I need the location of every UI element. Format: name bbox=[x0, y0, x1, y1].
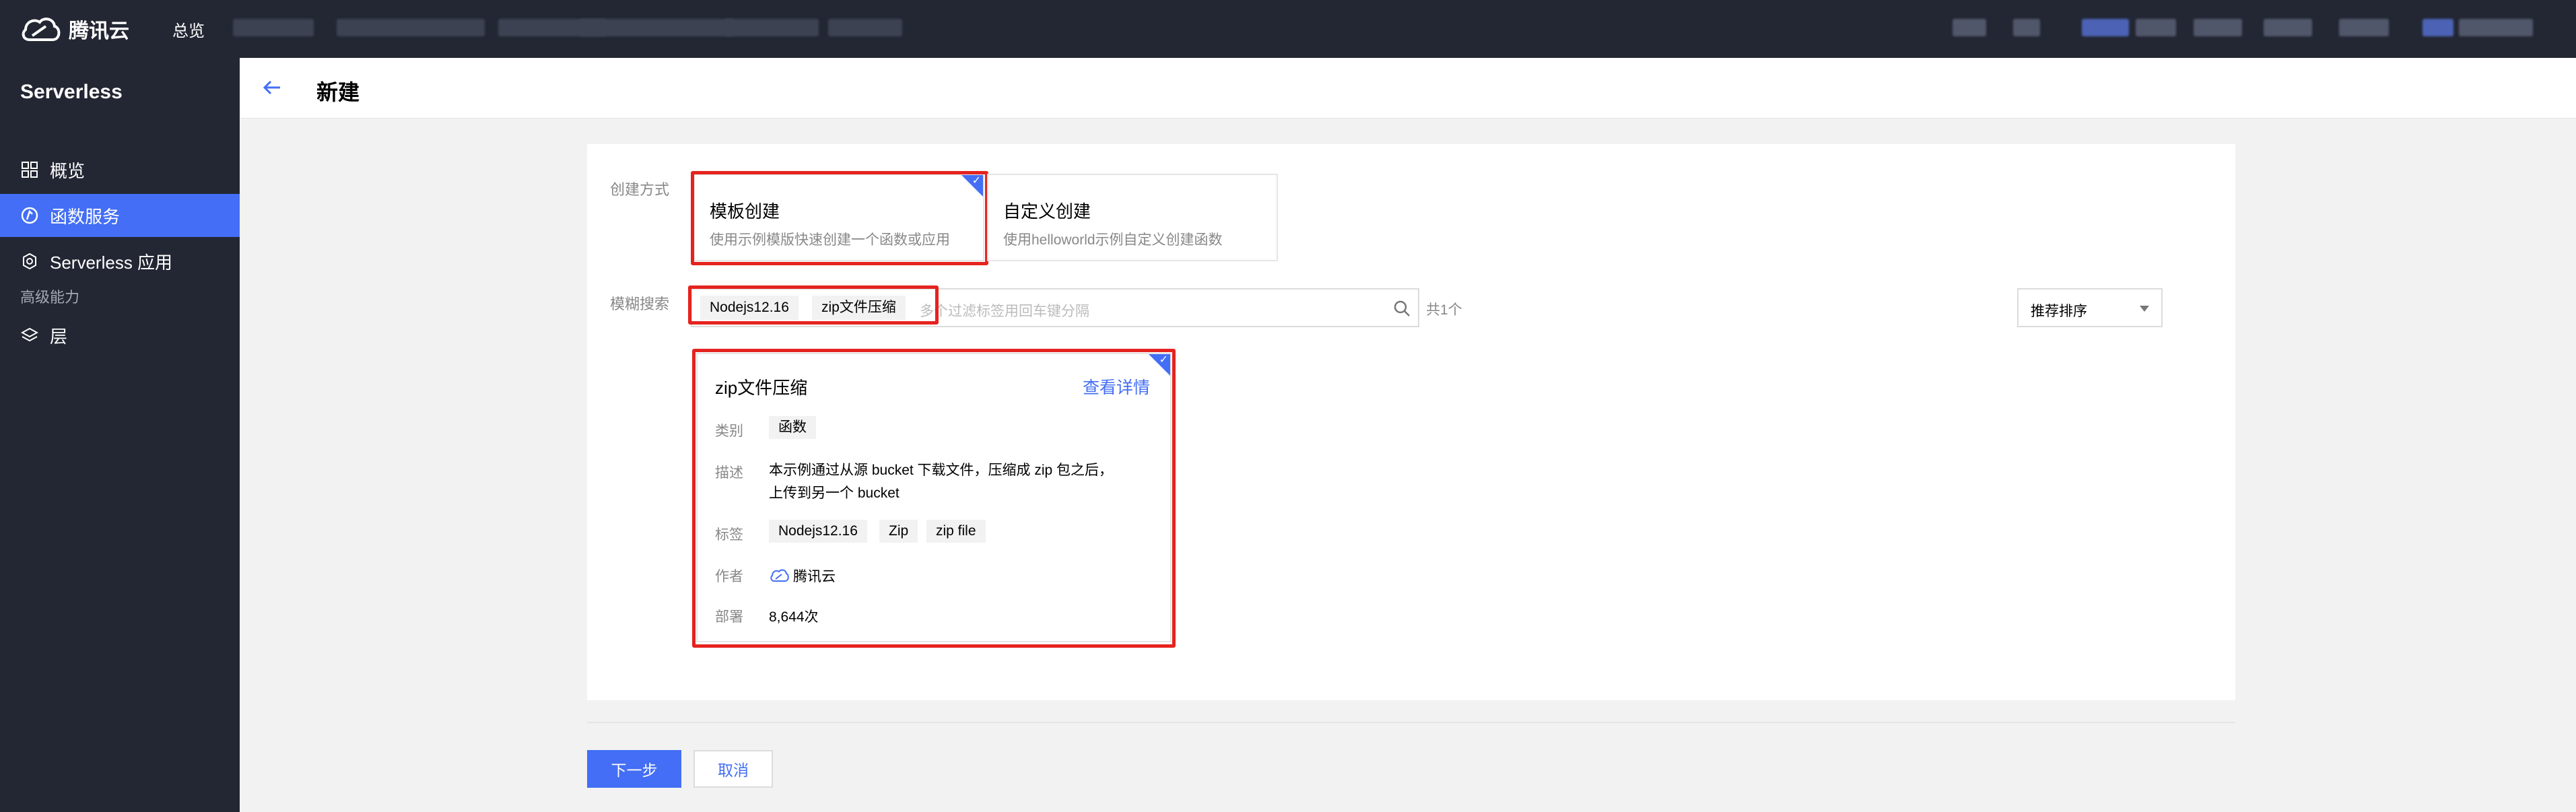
sidebar-item-serverless-app[interactable]: Serverless 应用 bbox=[0, 240, 240, 283]
sidebar-item-label: 概览 bbox=[50, 160, 86, 181]
blurred-toolbar-item[interactable] bbox=[2194, 19, 2242, 36]
function-icon bbox=[20, 206, 39, 225]
sort-select[interactable]: 推荐排序 bbox=[2017, 288, 2163, 327]
blurred-toolbar-item[interactable] bbox=[1953, 19, 1986, 36]
create-method-label: 创建方式 bbox=[610, 181, 670, 198]
search-placeholder: 多个过滤标签用回车键分隔 bbox=[920, 304, 1089, 319]
blurred-account-name[interactable] bbox=[2459, 19, 2533, 36]
blurred-toolbar-item[interactable] bbox=[2339, 19, 2389, 36]
blurred-avatar[interactable] bbox=[2422, 19, 2453, 36]
back-arrow-icon[interactable] bbox=[260, 75, 284, 100]
sort-value: 推荐排序 bbox=[2031, 304, 2087, 319]
sidebar-item-label: 层 bbox=[50, 326, 68, 347]
nav-overview-link[interactable]: 总览 bbox=[172, 18, 205, 41]
sidebar-item-label: 函数服务 bbox=[50, 206, 121, 227]
sidebar-item-function-service[interactable]: 函数服务 bbox=[0, 194, 240, 237]
custom-create-option[interactable]: 自定义创建 使用helloworld示例自定义创建函数 bbox=[987, 174, 1278, 261]
blurred-nav-item[interactable] bbox=[828, 19, 902, 36]
option-title: 自定义创建 bbox=[1003, 201, 1091, 222]
next-step-button[interactable]: 下一步 bbox=[587, 750, 681, 788]
page-header: 新建 bbox=[240, 58, 2576, 119]
sidebar-item-overview[interactable]: 概览 bbox=[0, 148, 240, 191]
grid-icon bbox=[20, 160, 39, 179]
highlight-box bbox=[692, 349, 1176, 648]
search-icon[interactable] bbox=[1392, 299, 1411, 318]
sidebar-item-layers[interactable]: 层 bbox=[0, 314, 240, 357]
sidebar: Serverless 概览 函数服务 Serverless 应用 高级能力 层 bbox=[0, 58, 240, 812]
blurred-nav-item[interactable] bbox=[724, 19, 819, 36]
highlight-box bbox=[688, 285, 939, 325]
page-title: 新建 bbox=[316, 80, 360, 104]
blurred-nav-item[interactable] bbox=[337, 19, 485, 36]
blurred-toolbar-item[interactable] bbox=[2136, 19, 2176, 36]
gear-icon bbox=[20, 252, 39, 271]
sidebar-title: Serverless bbox=[20, 81, 123, 103]
tencent-cloud-logo[interactable]: 腾讯云 bbox=[19, 13, 129, 44]
blurred-toolbar-item[interactable] bbox=[2013, 19, 2040, 36]
logo-text: 腾讯云 bbox=[69, 20, 129, 42]
sidebar-group-label: 高级能力 bbox=[20, 289, 80, 306]
divider bbox=[587, 722, 2235, 723]
fuzzy-search-label: 模糊搜索 bbox=[610, 296, 670, 312]
sidebar-item-label: Serverless 应用 bbox=[50, 252, 173, 273]
highlight-box bbox=[691, 171, 988, 265]
cancel-button[interactable]: 取消 bbox=[693, 750, 773, 788]
chevron-down-icon bbox=[2140, 306, 2149, 312]
blurred-toolbar-item[interactable] bbox=[2082, 19, 2129, 36]
result-count: 共1个 bbox=[1426, 302, 1462, 318]
blurred-nav-item[interactable] bbox=[579, 19, 734, 36]
top-navbar: 腾讯云 总览 bbox=[0, 0, 2576, 58]
blurred-nav-item[interactable] bbox=[233, 19, 314, 36]
blurred-toolbar-item[interactable] bbox=[2264, 19, 2312, 36]
layers-icon bbox=[20, 326, 39, 345]
cloud-logo-icon bbox=[22, 18, 61, 41]
option-desc: 使用helloworld示例自定义创建函数 bbox=[1003, 232, 1223, 248]
